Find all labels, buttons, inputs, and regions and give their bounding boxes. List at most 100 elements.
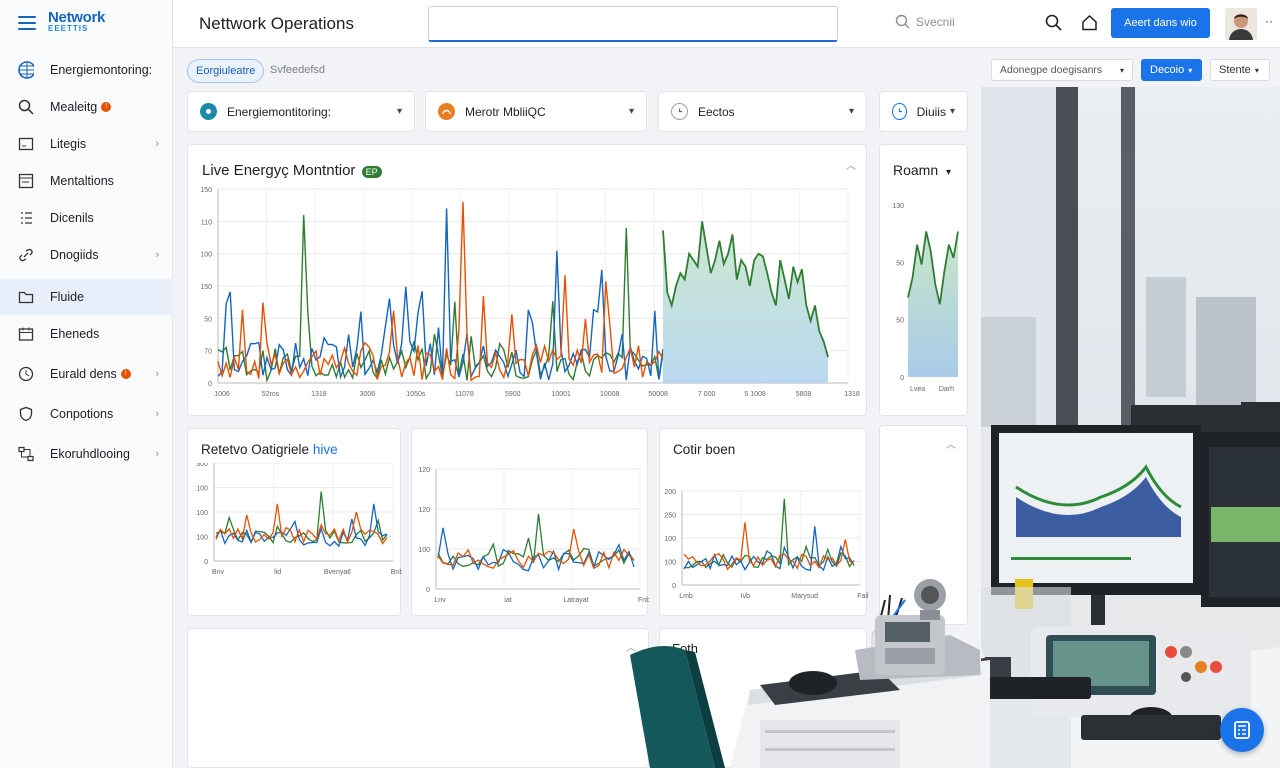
folder-icon <box>18 289 34 305</box>
energy-monitoring-dropdown[interactable]: Energiemontitoring: ▾ <box>187 91 415 132</box>
meter-dropdown[interactable]: Merotr MbliiQC ▾ <box>425 91 647 132</box>
x-tick-label: Lvea <box>910 386 925 393</box>
collapse-icon[interactable]: ︿ <box>946 436 956 451</box>
designs-select[interactable]: Adonegpe doegisanrs ▾ <box>991 59 1133 81</box>
y-tick-label: 0 <box>204 559 208 566</box>
diuiis-dropdown[interactable]: Diuiis ▾ <box>879 91 968 132</box>
sidebar-item-mealeitg[interactable]: Mealeitg ! <box>0 89 173 125</box>
alert-button[interactable]: Aeert dans wio <box>1111 8 1210 38</box>
logo[interactable]: Network EEETTIS <box>18 10 105 34</box>
search-button[interactable]: Svecnii <box>895 14 955 29</box>
sidebar-item-label: Eheneds <box>50 327 100 341</box>
y-tick-label: 50 <box>896 260 904 267</box>
select-label: Adonegpe doegisanrs <box>1000 64 1103 76</box>
menu-icon[interactable] <box>18 16 36 30</box>
x-tick-label: 10008 <box>600 391 620 398</box>
area-fill <box>663 221 828 383</box>
chat-button[interactable] <box>1220 708 1264 752</box>
sidebar-item-eurald-dens[interactable]: Eurald dens ! › <box>0 356 173 392</box>
sidebar-item-label: Ekoruhdlooing <box>50 447 130 461</box>
y-tick-label: 100 <box>664 560 676 567</box>
x-tick-label: 5900 <box>505 391 521 398</box>
x-tick-label: Bnv <box>212 569 225 576</box>
shield-icon <box>18 406 34 422</box>
x-tick-label: 1006 <box>214 391 230 398</box>
x-tick-label: 1318 <box>311 391 327 398</box>
panel-title[interactable]: Roamn ▾ <box>893 162 951 178</box>
sidebar: Network EEETTIS Energiemontoring: Mealei… <box>0 0 173 768</box>
chevron-down-icon: ▾ <box>1119 65 1124 75</box>
panel-title: Live Energyç Montntior EP <box>202 162 382 179</box>
search-icon[interactable] <box>1045 14 1063 32</box>
series-line <box>215 503 388 548</box>
sidebar-item-fluide[interactable]: Fluide <box>0 279 173 315</box>
chevron-down-icon: ▾ <box>848 106 854 117</box>
gauge-icon <box>200 103 217 120</box>
x-tick-label: Lnv <box>434 597 446 604</box>
calculator-icon <box>1234 721 1250 739</box>
sidebar-item-label: Mentaltions <box>50 174 114 188</box>
chevron-down-icon: ▾ <box>946 167 952 178</box>
office-photo <box>981 87 1280 768</box>
x-tick-label: iat <box>504 597 511 604</box>
chevron-down-icon: ▾ <box>1254 65 1259 75</box>
retetvo-panel: Retetvo Oatigriele hive 300 100 100 100 0 Bnv… <box>187 428 402 616</box>
sidebar-item-label: Mealeitg <box>50 100 98 114</box>
y-tick-label: 250 <box>664 513 676 520</box>
y-tick-label: 100 <box>200 252 212 259</box>
tab-svfeedefsd[interactable]: Svfeedefsd <box>270 64 325 76</box>
stente-button[interactable]: Stente ▾ <box>1210 59 1270 81</box>
sidebar-item-litegis[interactable]: Litegis › <box>0 126 173 162</box>
x-tick-label: Bnb <box>391 569 402 576</box>
series-line <box>683 522 855 571</box>
x-tick-label: Darh <box>939 386 954 393</box>
x-tick-label: lid <box>274 569 281 576</box>
y-tick-label: 0 <box>426 587 430 594</box>
avatar[interactable] <box>1225 8 1257 40</box>
sidebar-item-dnogiids[interactable]: Dnogiids › <box>0 237 173 273</box>
more-icon[interactable]: ·· <box>1265 14 1273 28</box>
collapse-icon[interactable]: ︿ <box>846 157 856 172</box>
retetvo-chart: 300 100 100 100 0 Bnv lid Bvenyatl Bnb <box>196 463 402 576</box>
y-tick-label: 120 <box>418 467 430 474</box>
sidebar-item-conpotions[interactable]: Conpotions › <box>0 396 173 432</box>
top-bar: Nettwork Operations Svecnii Aeert dans w… <box>173 0 1280 48</box>
eectos-dropdown[interactable]: Eectos ▾ <box>658 91 867 132</box>
chevron-right-icon: › <box>155 249 159 261</box>
chevron-right-icon: › <box>155 408 159 420</box>
sidebar-item-eheneds[interactable]: Eheneds <box>0 316 173 352</box>
alert-badge: ! <box>120 369 131 379</box>
y-tick-label: 0 <box>208 381 212 388</box>
bottom-panel: ︿ <box>187 628 649 768</box>
x-tick-label: 50008 <box>648 391 668 398</box>
globe-icon <box>18 61 34 79</box>
chevron-right-icon: › <box>155 448 159 460</box>
list-icon <box>18 210 34 226</box>
clock-icon <box>18 366 34 382</box>
logo-text: Network EEETTIS <box>48 10 105 34</box>
search-label: Svecnii <box>916 14 955 29</box>
tab-eorgiuleatre[interactable]: Eorgiuleatre <box>187 59 265 83</box>
x-tick-label: Latrayat <box>563 597 588 604</box>
x-tick-label: 1318 <box>844 391 860 398</box>
decoio-button[interactable]: Decoio ▾ <box>1141 59 1202 81</box>
panel-title: Retetvo Oatigriele hive <box>201 442 338 457</box>
home-icon[interactable] <box>1081 14 1099 32</box>
y-tick-label: 110 <box>201 219 212 226</box>
live-energy-chart: 150 110 100 150 50 70 01006 52ros 1318 3006 1050s 1… <box>200 187 860 398</box>
dropdown-label: Energiemontitoring: <box>227 104 332 119</box>
roamn-panel: Roamn ▾ 130 50 50 0 Lvea Darh <box>879 144 968 416</box>
y-tick-label: 100 <box>196 486 208 493</box>
clock-icon <box>892 103 907 120</box>
x-tick-label: 10001 <box>551 391 571 398</box>
y-tick-label: 200 <box>664 489 676 496</box>
search-input[interactable] <box>428 6 838 42</box>
sidebar-item-dicenils[interactable]: Dicenils <box>0 200 173 236</box>
sidebar-item-energiemonitoring[interactable]: Energiemontoring: <box>0 52 173 88</box>
sidebar-item-ekoruhdlooing[interactable]: Ekoruhdlooing › <box>0 436 173 472</box>
clock-icon <box>671 103 688 120</box>
sidebar-item-mentaltions[interactable]: Mentaltions <box>0 163 173 199</box>
small-chart: 1201201000Lnv iat Latrayat Fnb <box>418 467 649 604</box>
chevron-right-icon: › <box>155 138 159 150</box>
link-icon <box>18 247 34 263</box>
